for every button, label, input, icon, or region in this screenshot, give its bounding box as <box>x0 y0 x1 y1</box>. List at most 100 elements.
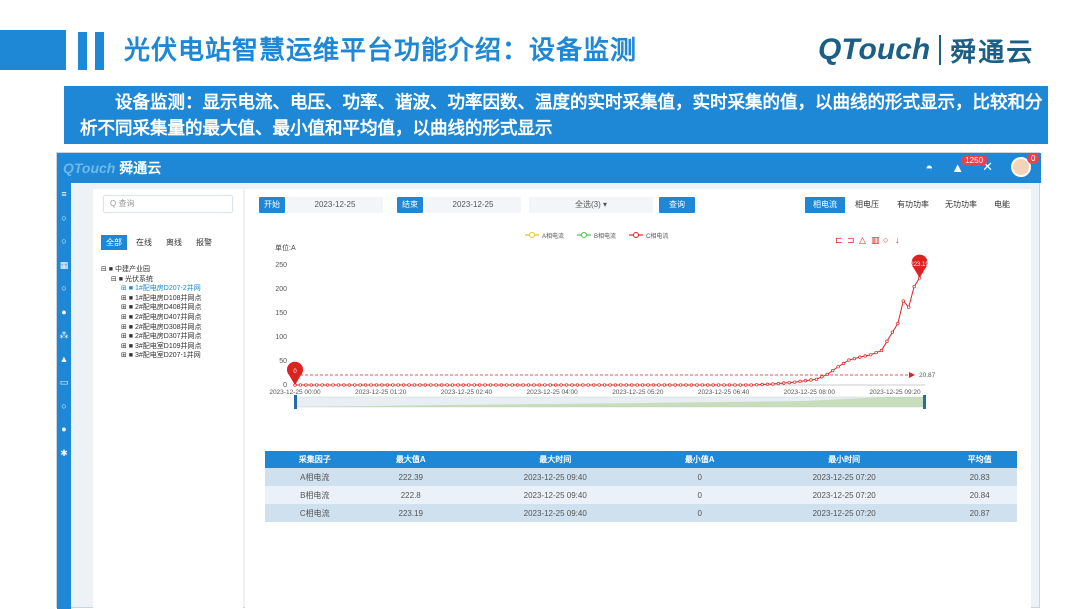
decor-bar <box>0 30 66 70</box>
data-point <box>315 383 319 387</box>
tree-item[interactable]: ⊞ ■ 2#配电房D307并网点 <box>101 332 202 342</box>
table-cell: 20.87 <box>942 504 1017 522</box>
data-point <box>510 383 514 387</box>
y-tick-label: 0 <box>283 382 287 389</box>
tab-all[interactable]: 全部 <box>101 235 127 250</box>
nav-chat-icon[interactable]: ● <box>57 418 71 442</box>
table-cell: A相电流 <box>265 468 365 486</box>
data-point <box>787 380 791 385</box>
data-point <box>537 383 542 387</box>
data-point <box>450 383 455 387</box>
data-point <box>575 383 580 387</box>
data-point <box>380 383 384 387</box>
dashboard-icon[interactable]: ◓ <box>925 160 933 175</box>
data-point <box>461 383 466 387</box>
table-cell: 2023-12-25 07:20 <box>746 486 943 504</box>
tree-item[interactable]: ⊞ ■ 3#配电室D109并网点 <box>101 342 202 352</box>
y-tick-label: 100 <box>275 334 287 341</box>
data-point <box>543 383 547 387</box>
end-label: 结束 <box>397 197 423 213</box>
nav-dot-icon[interactable]: ● <box>57 301 71 325</box>
data-point <box>608 383 612 387</box>
y-tick-label: 200 <box>275 286 287 293</box>
tree-root[interactable]: ⊟ ■ 中建产业园 <box>101 265 202 275</box>
data-point <box>760 382 764 387</box>
data-point <box>619 383 623 387</box>
tab-phase-voltage[interactable]: 相电压 <box>847 197 887 213</box>
table-cell: 0 <box>653 486 746 504</box>
data-point <box>581 383 585 387</box>
max-marker-label: 223.19 <box>910 262 929 268</box>
tree-item[interactable]: ⊞ ■ 2#配电房D408并网点 <box>101 303 202 313</box>
data-point <box>858 355 862 359</box>
data-point <box>602 383 607 387</box>
data-point <box>879 348 884 353</box>
data-point <box>401 383 406 387</box>
query-button[interactable]: 查询 <box>659 197 695 213</box>
tab-reactive-power[interactable]: 无功功率 <box>939 197 983 213</box>
download-icon: ↓ <box>895 235 900 245</box>
data-point <box>429 383 433 387</box>
x-tick-label: 2023-12-25 05:20 <box>612 389 664 396</box>
data-point <box>423 383 427 387</box>
data-point <box>521 383 525 387</box>
tree-item[interactable]: ⊞ ■ 1#配电房D207-2并网 <box>101 284 202 294</box>
data-point <box>869 353 873 357</box>
start-label: 开始 <box>259 197 285 213</box>
data-point <box>814 377 819 381</box>
tree-item[interactable]: ⊞ ■ 2#配电房D407并网点 <box>101 313 202 323</box>
nav-alarm-icon[interactable]: ▲ <box>57 348 71 372</box>
tree-item[interactable]: ⊞ ■ 3#配电室D207-1并网 <box>101 351 202 361</box>
tab-alarm[interactable]: 报警 <box>191 235 217 250</box>
tab-energy[interactable]: 电能 <box>987 197 1017 213</box>
start-date-input[interactable]: 2023-12-25 <box>287 197 383 213</box>
nav-ring-icon[interactable]: ○ <box>57 395 71 419</box>
nav-monitor-icon[interactable]: ○ <box>57 230 71 254</box>
data-point <box>798 379 802 384</box>
data-point <box>456 383 460 387</box>
search-input[interactable]: Q 查询 <box>103 195 233 213</box>
nav-network-icon[interactable]: ⁂ <box>57 324 71 348</box>
data-point <box>418 383 422 387</box>
table-header: 最大时间 <box>457 451 654 468</box>
average-label: 20.87 <box>919 372 936 379</box>
monitor-panel: 开始 2023-12-25 结束 2023-12-25 全选(3) ▾ 查询 相… <box>245 189 1031 609</box>
data-point <box>776 381 781 386</box>
device-panel: Q 查询 全部 在线 离线 报警 ⊟ ■ 中建产业园 ⊟ ■ 光伏系统 ⊞ ■ … <box>93 189 243 609</box>
avatar[interactable]: 0 <box>1011 153 1040 177</box>
data-point <box>852 356 857 361</box>
table-cell: 223.19 <box>364 504 458 522</box>
data-point <box>706 383 710 387</box>
y-tick-label: 250 <box>275 262 287 269</box>
data-point <box>548 383 552 387</box>
tab-online[interactable]: 在线 <box>131 235 157 250</box>
tab-active-power[interactable]: 有功功率 <box>891 197 935 213</box>
nav-circle-icon[interactable]: ○ <box>57 277 71 301</box>
nav-grid-icon[interactable]: ▦ <box>57 254 71 278</box>
y-axis-label: 单位:A <box>275 243 296 252</box>
data-point <box>907 305 911 309</box>
nav-settings-icon[interactable]: ✱ <box>57 442 71 466</box>
y-tick-label: 50 <box>279 358 287 365</box>
tab-offline[interactable]: 离线 <box>161 235 187 250</box>
bell-icon[interactable]: ▲ 1250 <box>951 154 988 175</box>
area-zoom-icon: ⊏ <box>835 235 843 245</box>
line-icon: △ <box>859 235 866 245</box>
data-point <box>662 383 666 387</box>
nav-screen-icon[interactable]: ▭ <box>57 371 71 395</box>
title-marks <box>78 32 104 70</box>
tree-item[interactable]: ⊞ ■ 2#配电房D308并网点 <box>101 323 202 333</box>
data-point <box>890 330 895 334</box>
tree-system[interactable]: ⊟ ■ 光伏系统 <box>101 275 202 285</box>
nav-home-icon[interactable]: ○ <box>57 207 71 231</box>
data-point <box>559 383 563 387</box>
data-point <box>564 383 569 387</box>
menu-toggle-icon[interactable]: ≡ <box>57 183 71 207</box>
current-chart[interactable]: A相电流 B相电流 C相电流 ⊏ ⊐ △ ▥ ○ ↓ 单位:A 0 50 100 150 200 250 202… <box>245 229 1031 409</box>
tree-item[interactable]: ⊞ ■ 1#配电房D108并网点 <box>101 294 202 304</box>
end-date-input[interactable]: 2023-12-25 <box>425 197 521 213</box>
zoom-handle-right <box>923 395 926 409</box>
table-cell: 2023-12-25 07:20 <box>746 504 943 522</box>
tab-phase-current[interactable]: 相电流 <box>805 197 845 213</box>
phase-select[interactable]: 全选(3) ▾ <box>529 197 653 213</box>
